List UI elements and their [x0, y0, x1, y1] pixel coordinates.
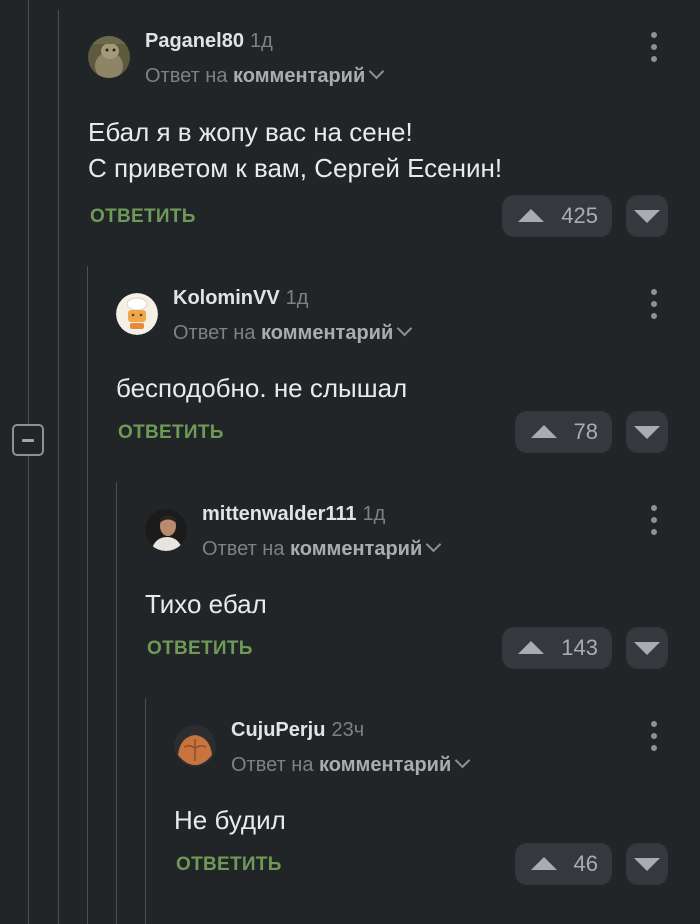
- comment-text: Ебал я в жопу вас на сене! С приветом к …: [88, 117, 503, 183]
- comment-thread: Paganel80 1д Ответ на комментарий Ебал я …: [0, 0, 700, 924]
- comment-header: mittenwalder111 1д: [202, 501, 385, 527]
- downvote-button[interactable]: [626, 411, 668, 453]
- arrow-up-icon: [518, 641, 544, 654]
- more-options-icon[interactable]: [644, 32, 664, 62]
- arrow-down-icon: [634, 426, 660, 439]
- collapse-thread-button[interactable]: [12, 424, 44, 456]
- comment: CujuPerju 23ч Ответ на комментарий Не буд…: [174, 717, 670, 887]
- thread-line: [116, 482, 117, 924]
- reply-to-prefix: Ответ на: [202, 538, 285, 560]
- downvote-button[interactable]: [626, 843, 668, 885]
- reply-to-prefix: Ответ на: [231, 754, 314, 776]
- upvote-button[interactable]: 46: [515, 843, 612, 885]
- thread-line: [28, 0, 29, 924]
- reply-to-link[interactable]: Ответ на комментарий: [231, 752, 471, 778]
- rating-count: 78: [573, 419, 598, 444]
- reply-button[interactable]: ОТВЕТИТЬ: [118, 422, 224, 444]
- reply-to-target: комментарий: [290, 538, 423, 560]
- more-options-icon[interactable]: [644, 721, 664, 751]
- reply-to-prefix: Ответ на: [173, 322, 256, 344]
- rating-count: 425: [561, 203, 598, 228]
- marmot-avatar-icon[interactable]: [88, 36, 130, 78]
- arrow-down-icon: [634, 642, 660, 655]
- arrow-up-icon: [531, 857, 557, 870]
- reply-to-link[interactable]: Ответ на комментарий: [202, 536, 442, 562]
- reply-to-link[interactable]: Ответ на комментарий: [173, 320, 413, 346]
- author-name[interactable]: KolominVV: [173, 287, 280, 309]
- reply-to-link[interactable]: Ответ на комментарий: [145, 63, 385, 89]
- torso-avatar-icon[interactable]: [174, 725, 216, 767]
- timestamp: 1д: [249, 30, 273, 52]
- downvote-button[interactable]: [626, 195, 668, 237]
- reply-to-target: комментарий: [319, 754, 452, 776]
- reply-to-target: комментарий: [233, 65, 366, 87]
- arrow-up-icon: [518, 209, 544, 222]
- upvote-button[interactable]: 425: [502, 195, 612, 237]
- upvote-button[interactable]: 78: [515, 411, 612, 453]
- chef-avatar-icon[interactable]: [116, 293, 158, 335]
- author-name[interactable]: mittenwalder111: [202, 503, 357, 525]
- reply-button[interactable]: ОТВЕТИТЬ: [147, 638, 253, 660]
- portrait-avatar-icon[interactable]: [145, 509, 187, 551]
- downvote-button[interactable]: [626, 627, 668, 669]
- chevron-down-icon: [454, 752, 471, 769]
- reply-to-target: комментарий: [261, 322, 394, 344]
- thread-line: [87, 266, 88, 924]
- thread-line: [145, 698, 146, 924]
- reply-button[interactable]: ОТВЕТИТЬ: [176, 854, 282, 876]
- rating-count: 143: [561, 635, 598, 660]
- arrow-down-icon: [634, 858, 660, 871]
- comment: mittenwalder111 1д Ответ на комментарий Т…: [145, 501, 670, 671]
- reply-to-prefix: Ответ на: [145, 65, 228, 87]
- reply-button[interactable]: ОТВЕТИТЬ: [90, 206, 196, 228]
- comment-header: Paganel80 1д: [145, 28, 273, 54]
- thread-line: [58, 10, 59, 924]
- timestamp: 1д: [362, 503, 386, 525]
- chevron-down-icon: [396, 320, 413, 337]
- rating-count: 46: [573, 851, 598, 876]
- comment: Paganel80 1д Ответ на комментарий Ебал я …: [88, 28, 670, 240]
- comment-text: Не будил: [174, 805, 286, 835]
- more-options-icon[interactable]: [644, 505, 664, 535]
- upvote-button[interactable]: 143: [502, 627, 612, 669]
- comment-text: Тихо ебал: [145, 589, 267, 619]
- comment-header: KolominVV 1д: [173, 285, 308, 311]
- chevron-down-icon: [425, 536, 442, 553]
- timestamp: 23ч: [331, 719, 365, 741]
- comment: KolominVV 1д Ответ на комментарий бесподо…: [116, 285, 670, 455]
- chevron-down-icon: [368, 63, 385, 80]
- timestamp: 1д: [285, 287, 309, 309]
- more-options-icon[interactable]: [644, 289, 664, 319]
- arrow-up-icon: [531, 425, 557, 438]
- author-name[interactable]: Paganel80: [145, 30, 244, 52]
- comment-header: CujuPerju 23ч: [231, 717, 364, 743]
- minus-icon: [22, 439, 34, 442]
- author-name[interactable]: CujuPerju: [231, 719, 325, 741]
- comment-text: бесподобно. не слышал: [116, 373, 408, 403]
- arrow-down-icon: [634, 210, 660, 223]
